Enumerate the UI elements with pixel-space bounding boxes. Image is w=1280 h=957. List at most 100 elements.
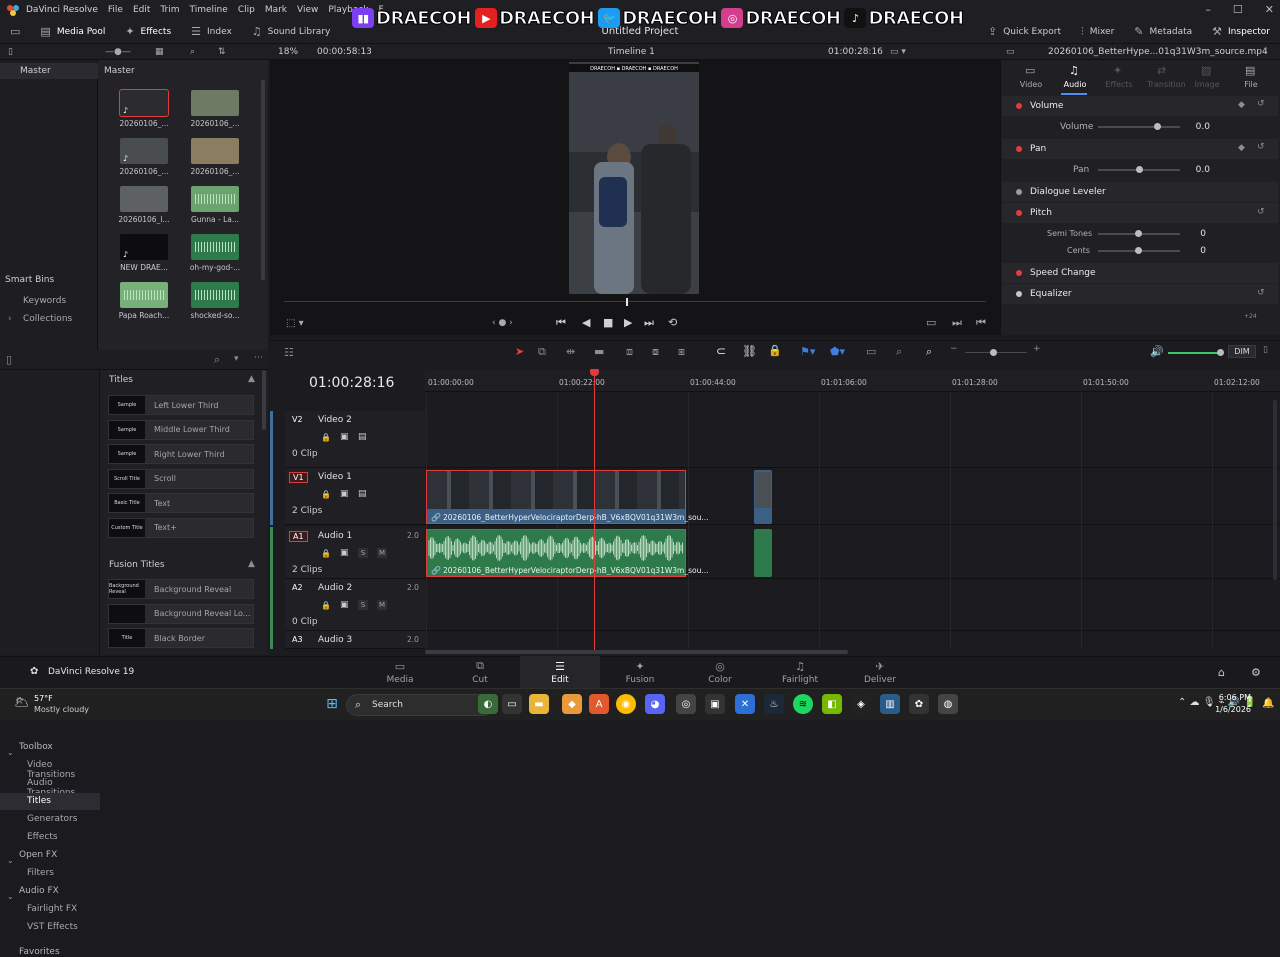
speed-change-section[interactable]: Speed Change: [1002, 263, 1278, 283]
play-icon[interactable]: ▶: [624, 316, 632, 329]
menu-mark[interactable]: Mark: [265, 5, 287, 15]
effects-options-icon[interactable]: ▾: [234, 354, 239, 364]
taskbar-app-icon-5[interactable]: ✕: [735, 694, 755, 714]
playhead-handle[interactable]: [590, 369, 599, 376]
menu-edit[interactable]: Edit: [133, 5, 150, 15]
snapping-icon[interactable]: ⊂: [716, 344, 726, 358]
menu-view[interactable]: View: [297, 5, 318, 15]
linked-selection-icon[interactable]: ⛓: [742, 344, 757, 358]
speaker-icon[interactable]: 🔊: [1150, 345, 1164, 358]
equalizer-reset-icon[interactable]: ↺: [1257, 288, 1265, 298]
track-header-v2[interactable]: [285, 411, 425, 468]
loop-icon[interactable]: ⟲: [668, 316, 677, 329]
timeline-vscrollbar[interactable]: [1273, 400, 1277, 580]
dynamic-trim-icon[interactable]: ⇹: [566, 345, 575, 358]
menu-file[interactable]: File: [108, 5, 123, 15]
track-mute-button[interactable]: M: [377, 600, 387, 610]
track-id-a3[interactable]: A3: [289, 635, 306, 644]
tree-item-filters[interactable]: Filters: [27, 868, 54, 878]
track-name[interactable]: Audio 1: [318, 531, 352, 541]
pan-reset-icon[interactable]: ↺: [1257, 142, 1265, 152]
effects-list-scrollbar[interactable]: [262, 370, 266, 430]
track-auto-select-icon[interactable]: ▣: [340, 548, 349, 558]
title-template[interactable]: Sample Left Lower Third: [108, 395, 254, 415]
transition-tab-icon[interactable]: ⇄: [1157, 64, 1166, 77]
media-pool-scrollbar[interactable]: [261, 80, 265, 280]
tree-chevron-icon[interactable]: ⌄: [7, 748, 14, 757]
track-lock-icon[interactable]: 🔒: [321, 433, 331, 442]
volume-enable-icon[interactable]: [1016, 103, 1022, 109]
page-tab-edit[interactable]: ☰ Edit: [520, 656, 600, 688]
volume-slider-knob[interactable]: [1154, 123, 1162, 130]
pitch-enable-icon[interactable]: [1016, 210, 1022, 216]
tree-group-audio-fx[interactable]: Audio FX: [19, 886, 59, 896]
go-to-start-icon[interactable]: ⏮: [556, 316, 566, 330]
taskbar-app-icon-1[interactable]: ◐: [478, 694, 498, 714]
file-tab-icon[interactable]: ▤: [1245, 64, 1255, 77]
timeline-meter-icon[interactable]: ▯: [1263, 345, 1268, 355]
clip-thumbnail[interactable]: [120, 186, 168, 212]
track-id-v1[interactable]: V1: [289, 472, 308, 483]
image-tab-icon[interactable]: ▨: [1201, 64, 1211, 77]
tree-item-vst-effects[interactable]: VST Effects: [27, 922, 78, 932]
pan-section[interactable]: Pan: [1002, 139, 1278, 159]
prev-edit-icon[interactable]: ⏮: [976, 316, 986, 330]
tree-chevron-icon[interactable]: ⌄: [7, 856, 14, 865]
weather-temp[interactable]: 57°F: [34, 694, 53, 703]
timeline-timecode[interactable]: 01:00:28:16: [309, 375, 394, 391]
tree-favorites[interactable]: Favorites: [19, 947, 60, 957]
cents-value[interactable]: 0: [1180, 246, 1206, 256]
lane-a3[interactable]: [425, 631, 1280, 649]
menu-clip[interactable]: Clip: [238, 5, 255, 15]
pitch-reset-icon[interactable]: ↺: [1257, 207, 1265, 217]
track-lock-icon[interactable]: 🔒: [321, 601, 331, 610]
track-display-icon[interactable]: ▤: [358, 489, 367, 499]
insert-clip-icon[interactable]: ⧈: [626, 345, 633, 359]
zoom-out-icon[interactable]: −: [950, 344, 958, 354]
pan-keyframe-icon[interactable]: ◆: [1238, 143, 1245, 153]
title-template[interactable]: Sample Middle Lower Third: [108, 419, 254, 440]
tree-item-fairlight-fx[interactable]: Fairlight FX: [27, 904, 77, 914]
fusion-title-template[interactable]: Background Reveal Background Reveal: [108, 579, 254, 599]
viewer-playhead[interactable]: [626, 298, 628, 306]
clip-thumbnail[interactable]: [191, 282, 239, 308]
audio-clip-short[interactable]: [754, 529, 772, 577]
dialogue-leveler-section[interactable]: Dialogue Leveler: [1002, 182, 1278, 202]
clip-thumbnail[interactable]: [120, 282, 168, 308]
semitones-slider-knob[interactable]: [1135, 230, 1142, 237]
equalizer-enable-icon[interactable]: [1016, 291, 1022, 297]
tree-chevron-icon[interactable]: ⌄: [7, 892, 14, 901]
track-name[interactable]: Video 2: [318, 415, 352, 425]
trim-tool-icon[interactable]: ⧉: [538, 345, 546, 359]
taskbar-date[interactable]: 1/6/2026: [1206, 705, 1251, 714]
track-id-v2[interactable]: V2: [289, 415, 306, 424]
position-lock-icon[interactable]: 🔒: [768, 344, 782, 357]
panel-layout-button[interactable]: ▭: [0, 20, 30, 44]
volume-section[interactable]: Volume: [1002, 96, 1278, 116]
zoom-in-icon[interactable]: +: [1033, 344, 1041, 354]
volume-reset-icon[interactable]: ↺: [1257, 99, 1265, 109]
tree-item-titles[interactable]: Titles: [27, 796, 51, 806]
viewer-options-icon[interactable]: ▭ ▾: [890, 47, 906, 57]
sidebar-toggle-icon[interactable]: ▯: [8, 47, 13, 57]
track-visibility-icon[interactable]: ▣: [340, 489, 349, 499]
bin-slider-icon[interactable]: —●—: [105, 47, 131, 57]
page-tab-cut[interactable]: ⧉ Cut: [440, 656, 520, 688]
jog-control-icon[interactable]: ‹ ● ›: [492, 318, 513, 328]
search-icon[interactable]: ⌕: [190, 47, 195, 57]
taskbar-time[interactable]: 6:06 PM: [1206, 693, 1251, 702]
volume-keyframe-icon[interactable]: ◆: [1238, 100, 1245, 110]
smart-bin-keywords[interactable]: Keywords: [23, 296, 66, 306]
page-tab-fusion[interactable]: ✦ Fusion: [600, 656, 680, 688]
windows-start-icon[interactable]: ⊞: [322, 694, 342, 714]
timeline-playhead[interactable]: [594, 370, 595, 650]
match-frame-icon[interactable]: ▭: [926, 316, 936, 329]
audio-tab-icon[interactable]: ♫: [1069, 64, 1079, 77]
volume-value[interactable]: 0.0: [1180, 122, 1210, 132]
track-solo-button[interactable]: S: [358, 548, 368, 558]
quick-export-button[interactable]: ⇪ Quick Export: [978, 20, 1071, 44]
play-reverse-icon[interactable]: ◀: [582, 316, 590, 329]
clip-thumbnail[interactable]: [191, 234, 239, 260]
close-window-button[interactable]: ✕: [1265, 3, 1274, 16]
track-header-a3[interactable]: [285, 631, 425, 649]
